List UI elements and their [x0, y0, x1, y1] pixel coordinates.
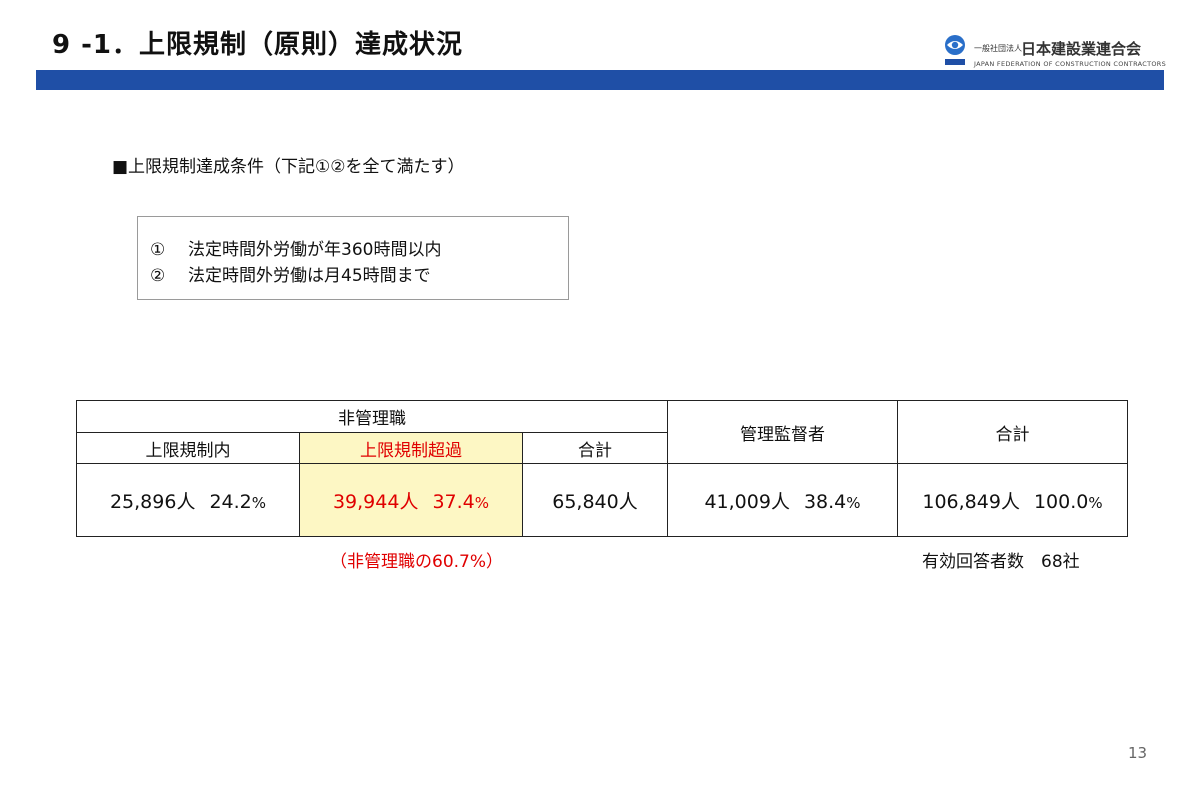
grand-total-cell: 106,849人 100.0% — [897, 463, 1128, 537]
ratio-note: （非管理職の60.7%） — [330, 552, 504, 572]
non-manager-total-header: 合計 — [522, 432, 668, 464]
condition-item: ② 法定時間外労働は月45時間まで — [150, 261, 431, 286]
page-number: 13 — [1128, 744, 1148, 762]
percent-value: 38.4% — [803, 490, 861, 513]
logo-org-type: 一般社団法人 — [974, 44, 1022, 53]
count-value: 65,840人 — [552, 490, 638, 513]
condition-text: 法定時間外労働が年360時間以内 — [188, 240, 442, 260]
manager-cell: 41,009人 38.4% — [667, 463, 898, 537]
count-value: 25,896人 — [109, 490, 196, 513]
respondents-note: 有効回答者数 68社 — [922, 552, 1080, 572]
logo-mark-icon — [945, 35, 965, 65]
within-limit-cell: 25,896人 24.2% — [76, 463, 300, 537]
manager-header: 管理監督者 — [667, 400, 898, 464]
logo-name: 日本建設業連合会 — [1021, 40, 1142, 58]
conditions-box: ① 法定時間外労働が年360時間以内 ② 法定時間外労働は月45時間まで — [137, 216, 569, 300]
within-limit-header: 上限規制内 — [76, 432, 300, 464]
count-value: 39,944人 — [332, 490, 419, 513]
logo-english-name: JAPAN FEDERATION OF CONSTRUCTION CONTRAC… — [974, 60, 1167, 68]
over-limit-cell: 39,944人 37.4% — [299, 463, 523, 537]
total-header: 合計 — [897, 400, 1128, 464]
non-manager-total-cell: 65,840人 — [522, 463, 668, 537]
percent-value: 24.2% — [209, 490, 267, 513]
organization-logo: 一般社団法人 日本建設業連合会 JAPAN FEDERATION OF CONS… — [938, 34, 1166, 70]
percent-value: 100.0% — [1033, 490, 1103, 513]
conditions-heading: ■上限規制達成条件（下記①②を全て満たす） — [112, 157, 465, 177]
page-title: 9 -1．上限規制（原則）達成状況 — [52, 30, 464, 60]
condition-number: ② — [150, 266, 166, 286]
count-value: 106,849人 — [922, 490, 1020, 513]
non-manager-header: 非管理職 — [76, 400, 668, 433]
condition-number: ① — [150, 240, 166, 260]
over-limit-header: 上限規制超過 — [299, 432, 523, 464]
title-bar — [36, 70, 1164, 90]
compliance-table: 非管理職 管理監督者 合計 上限規制内 上限規制超過 合計 25,896人 24.… — [76, 400, 1128, 537]
condition-item: ① 法定時間外労働が年360時間以内 — [150, 235, 441, 260]
condition-text: 法定時間外労働は月45時間まで — [188, 266, 431, 286]
count-value: 41,009人 — [704, 490, 790, 513]
percent-value: 37.4% — [432, 490, 490, 513]
